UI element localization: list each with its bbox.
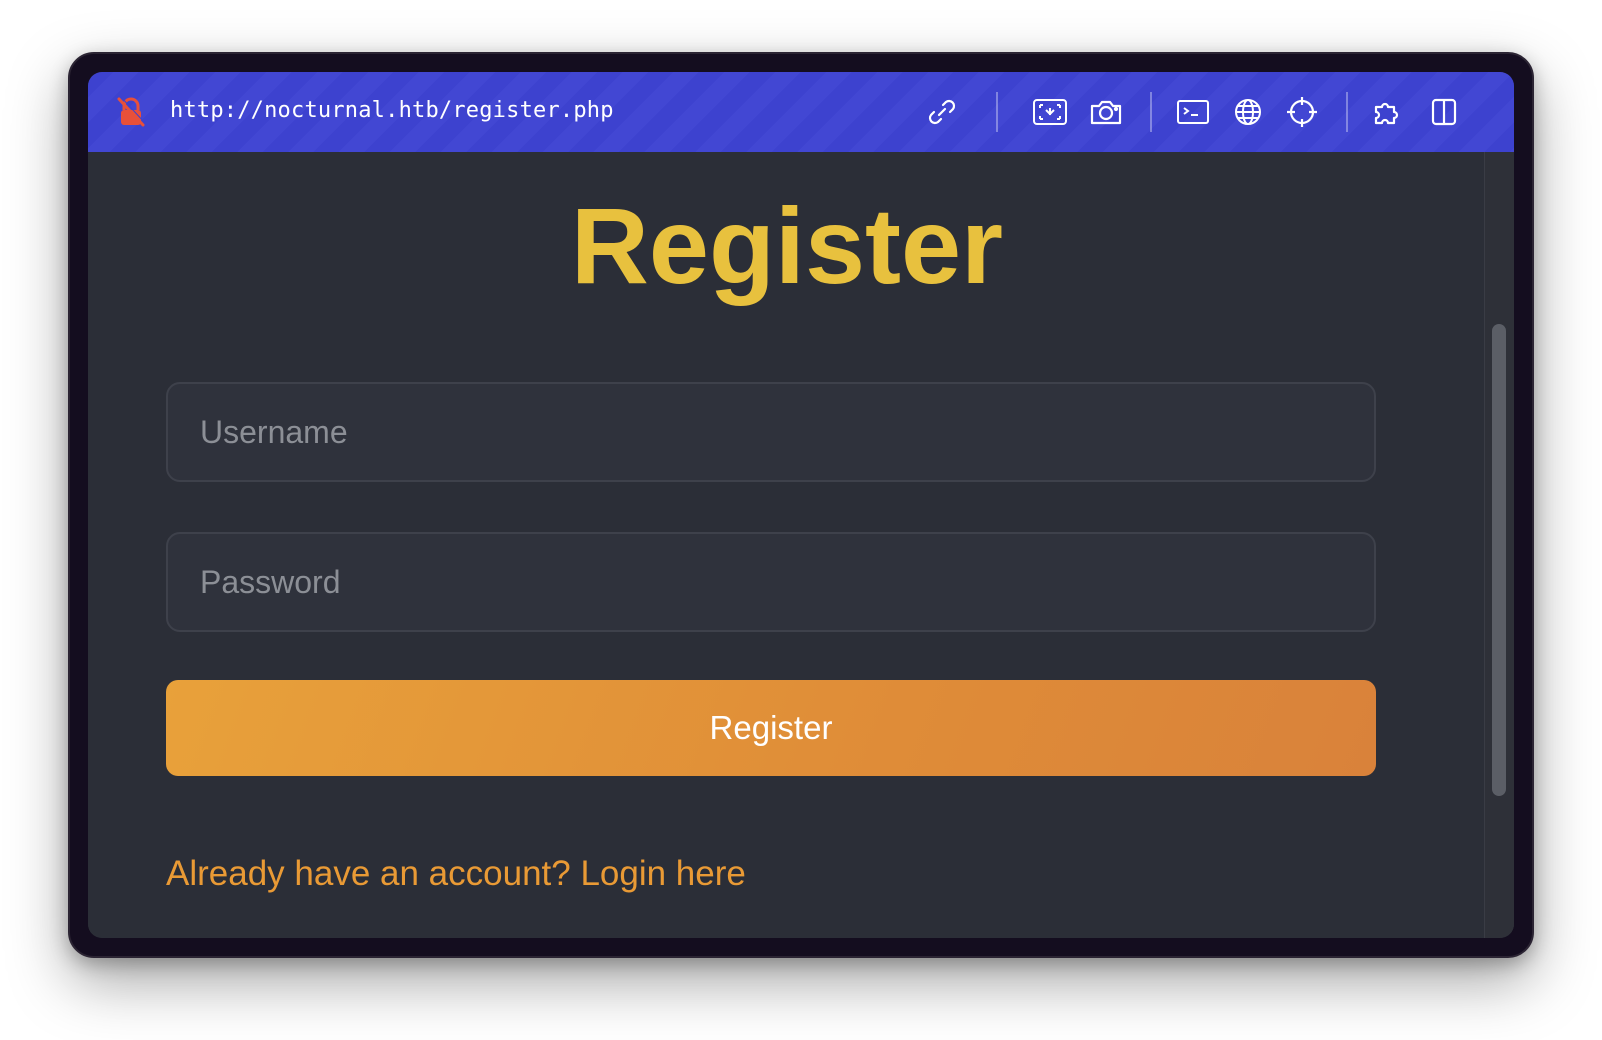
address-bar-url[interactable]: http://nocturnal.htb/register.php	[170, 98, 614, 123]
scrollbar-thumb[interactable]	[1492, 324, 1506, 796]
page-viewport: Register Register Already have an accoun…	[88, 152, 1514, 938]
username-input[interactable]	[166, 382, 1376, 482]
password-input[interactable]	[166, 532, 1376, 632]
browser-window: http://nocturnal.htb/register.php Regist…	[88, 72, 1514, 938]
camera-icon[interactable]	[1086, 92, 1126, 132]
lock-off-icon[interactable]	[116, 96, 146, 128]
browser-toolbar: http://nocturnal.htb/register.php	[88, 72, 1514, 152]
login-link[interactable]: Already have an account? Login here	[166, 854, 746, 894]
globe-icon[interactable]	[1228, 92, 1268, 132]
toolbar-divider	[1150, 92, 1152, 132]
link-icon[interactable]	[922, 92, 962, 132]
scrollbar-track[interactable]	[1484, 152, 1514, 938]
terminal-icon[interactable]	[1173, 92, 1213, 132]
split-view-icon[interactable]	[1424, 92, 1464, 132]
image-capture-icon[interactable]	[1030, 92, 1070, 132]
crosshair-icon[interactable]	[1282, 92, 1322, 132]
extension-icon[interactable]	[1369, 92, 1409, 132]
page-title: Register	[570, 185, 1004, 306]
toolbar-divider	[1346, 92, 1348, 132]
toolbar-divider	[996, 92, 998, 132]
register-button[interactable]: Register	[166, 680, 1376, 776]
